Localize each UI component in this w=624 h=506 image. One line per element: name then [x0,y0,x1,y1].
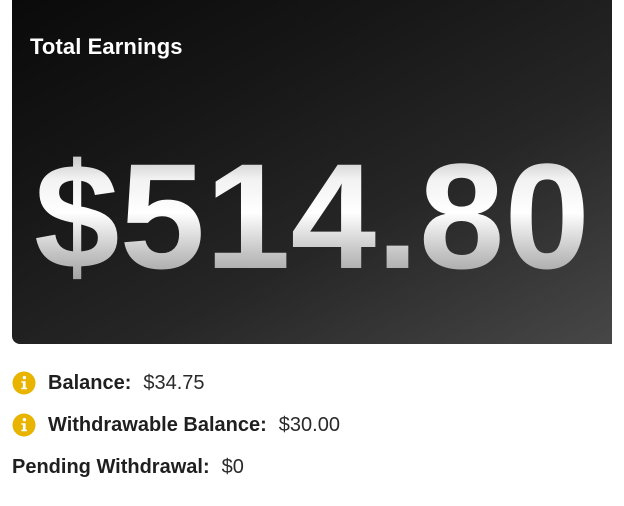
pending-withdrawal-value: $0 [221,455,244,478]
total-earnings-amount: $514.80 [12,120,612,310]
withdrawable-balance-label: Withdrawable Balance: [48,413,267,436]
info-icon[interactable] [12,413,36,437]
balance-row: Balance: $34.75 [12,369,205,397]
amount-text: $514.80 [34,132,590,300]
info-icon[interactable] [12,371,36,395]
pending-withdrawal-label: Pending Withdrawal: [12,455,210,478]
pending-withdrawal-row: Pending Withdrawal: $0 [12,453,244,481]
withdrawable-balance-value: $30.00 [278,413,340,436]
balance-value: $34.75 [143,371,205,394]
total-earnings-card: Total Earnings $514.80 [12,0,612,344]
card-title: Total Earnings [30,34,183,59]
withdrawable-balance-row: Withdrawable Balance: $30.00 [12,411,340,439]
balance-label: Balance: [48,371,132,394]
